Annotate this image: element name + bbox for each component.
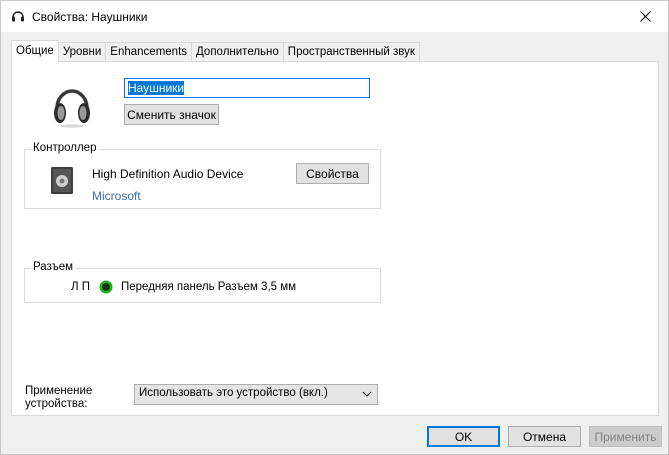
jack-group-label: Разъем — [31, 261, 76, 273]
device-usage-label: Применение устройства: — [25, 385, 92, 411]
audio-device-icon — [51, 167, 73, 194]
jack-indicator-icon — [99, 280, 113, 294]
jack-group: Разъем Л П Передняя панель Разъем 3,5 мм — [24, 261, 381, 303]
jack-channels: Л П — [71, 281, 91, 293]
device-usage-label-line2: устройства: — [25, 398, 88, 410]
ok-button[interactable]: OK — [427, 426, 500, 447]
tab-levels[interactable]: Уровни — [57, 42, 107, 62]
cancel-button[interactable]: Отмена — [508, 426, 581, 447]
device-usage-select[interactable]: Использовать это устройство (вкл.) — [134, 384, 378, 405]
change-icon-button[interactable]: Сменить значок — [124, 104, 219, 125]
tab-advanced[interactable]: Дополнительно — [191, 42, 284, 62]
properties-dialog: Свойства: Наушники Общие Уровни Enhancem… — [0, 0, 669, 455]
apply-button[interactable]: Применить — [589, 426, 662, 447]
chevron-down-icon — [362, 391, 372, 397]
controller-group: Контроллер High Definition Audio Device … — [24, 142, 381, 209]
tab-enhancements[interactable]: Enhancements — [105, 42, 193, 62]
window-title: Свойства: Наушники — [32, 10, 148, 24]
headset-icon — [12, 11, 24, 22]
headphones-icon — [54, 89, 90, 128]
tab-spatial-sound[interactable]: Пространственный звук — [282, 42, 420, 62]
device-name-text: Наушники — [128, 81, 185, 95]
general-tab-panel: Наушники Сменить значок Контроллер High … — [11, 61, 659, 416]
close-icon — [639, 11, 651, 22]
controller-group-label: Контроллер — [31, 142, 99, 154]
tab-general[interactable]: Общие — [11, 40, 59, 62]
jack-description: Передняя панель Разъем 3,5 мм — [121, 281, 297, 293]
close-button[interactable] — [622, 1, 668, 32]
tab-bar: Общие Уровни Enhancements Дополнительно … — [11, 40, 420, 62]
device-usage-selected: Использовать это устройство (вкл.) — [139, 387, 328, 399]
device-usage-label-line1: Применение — [25, 385, 93, 397]
title-bar: Свойства: Наушники — [1, 1, 668, 32]
controller-properties-button[interactable]: Свойства — [296, 163, 369, 184]
controller-device-name: High Definition Audio Device — [92, 167, 244, 181]
device-name-input[interactable]: Наушники — [124, 78, 370, 98]
controller-vendor: Microsoft — [92, 189, 141, 203]
